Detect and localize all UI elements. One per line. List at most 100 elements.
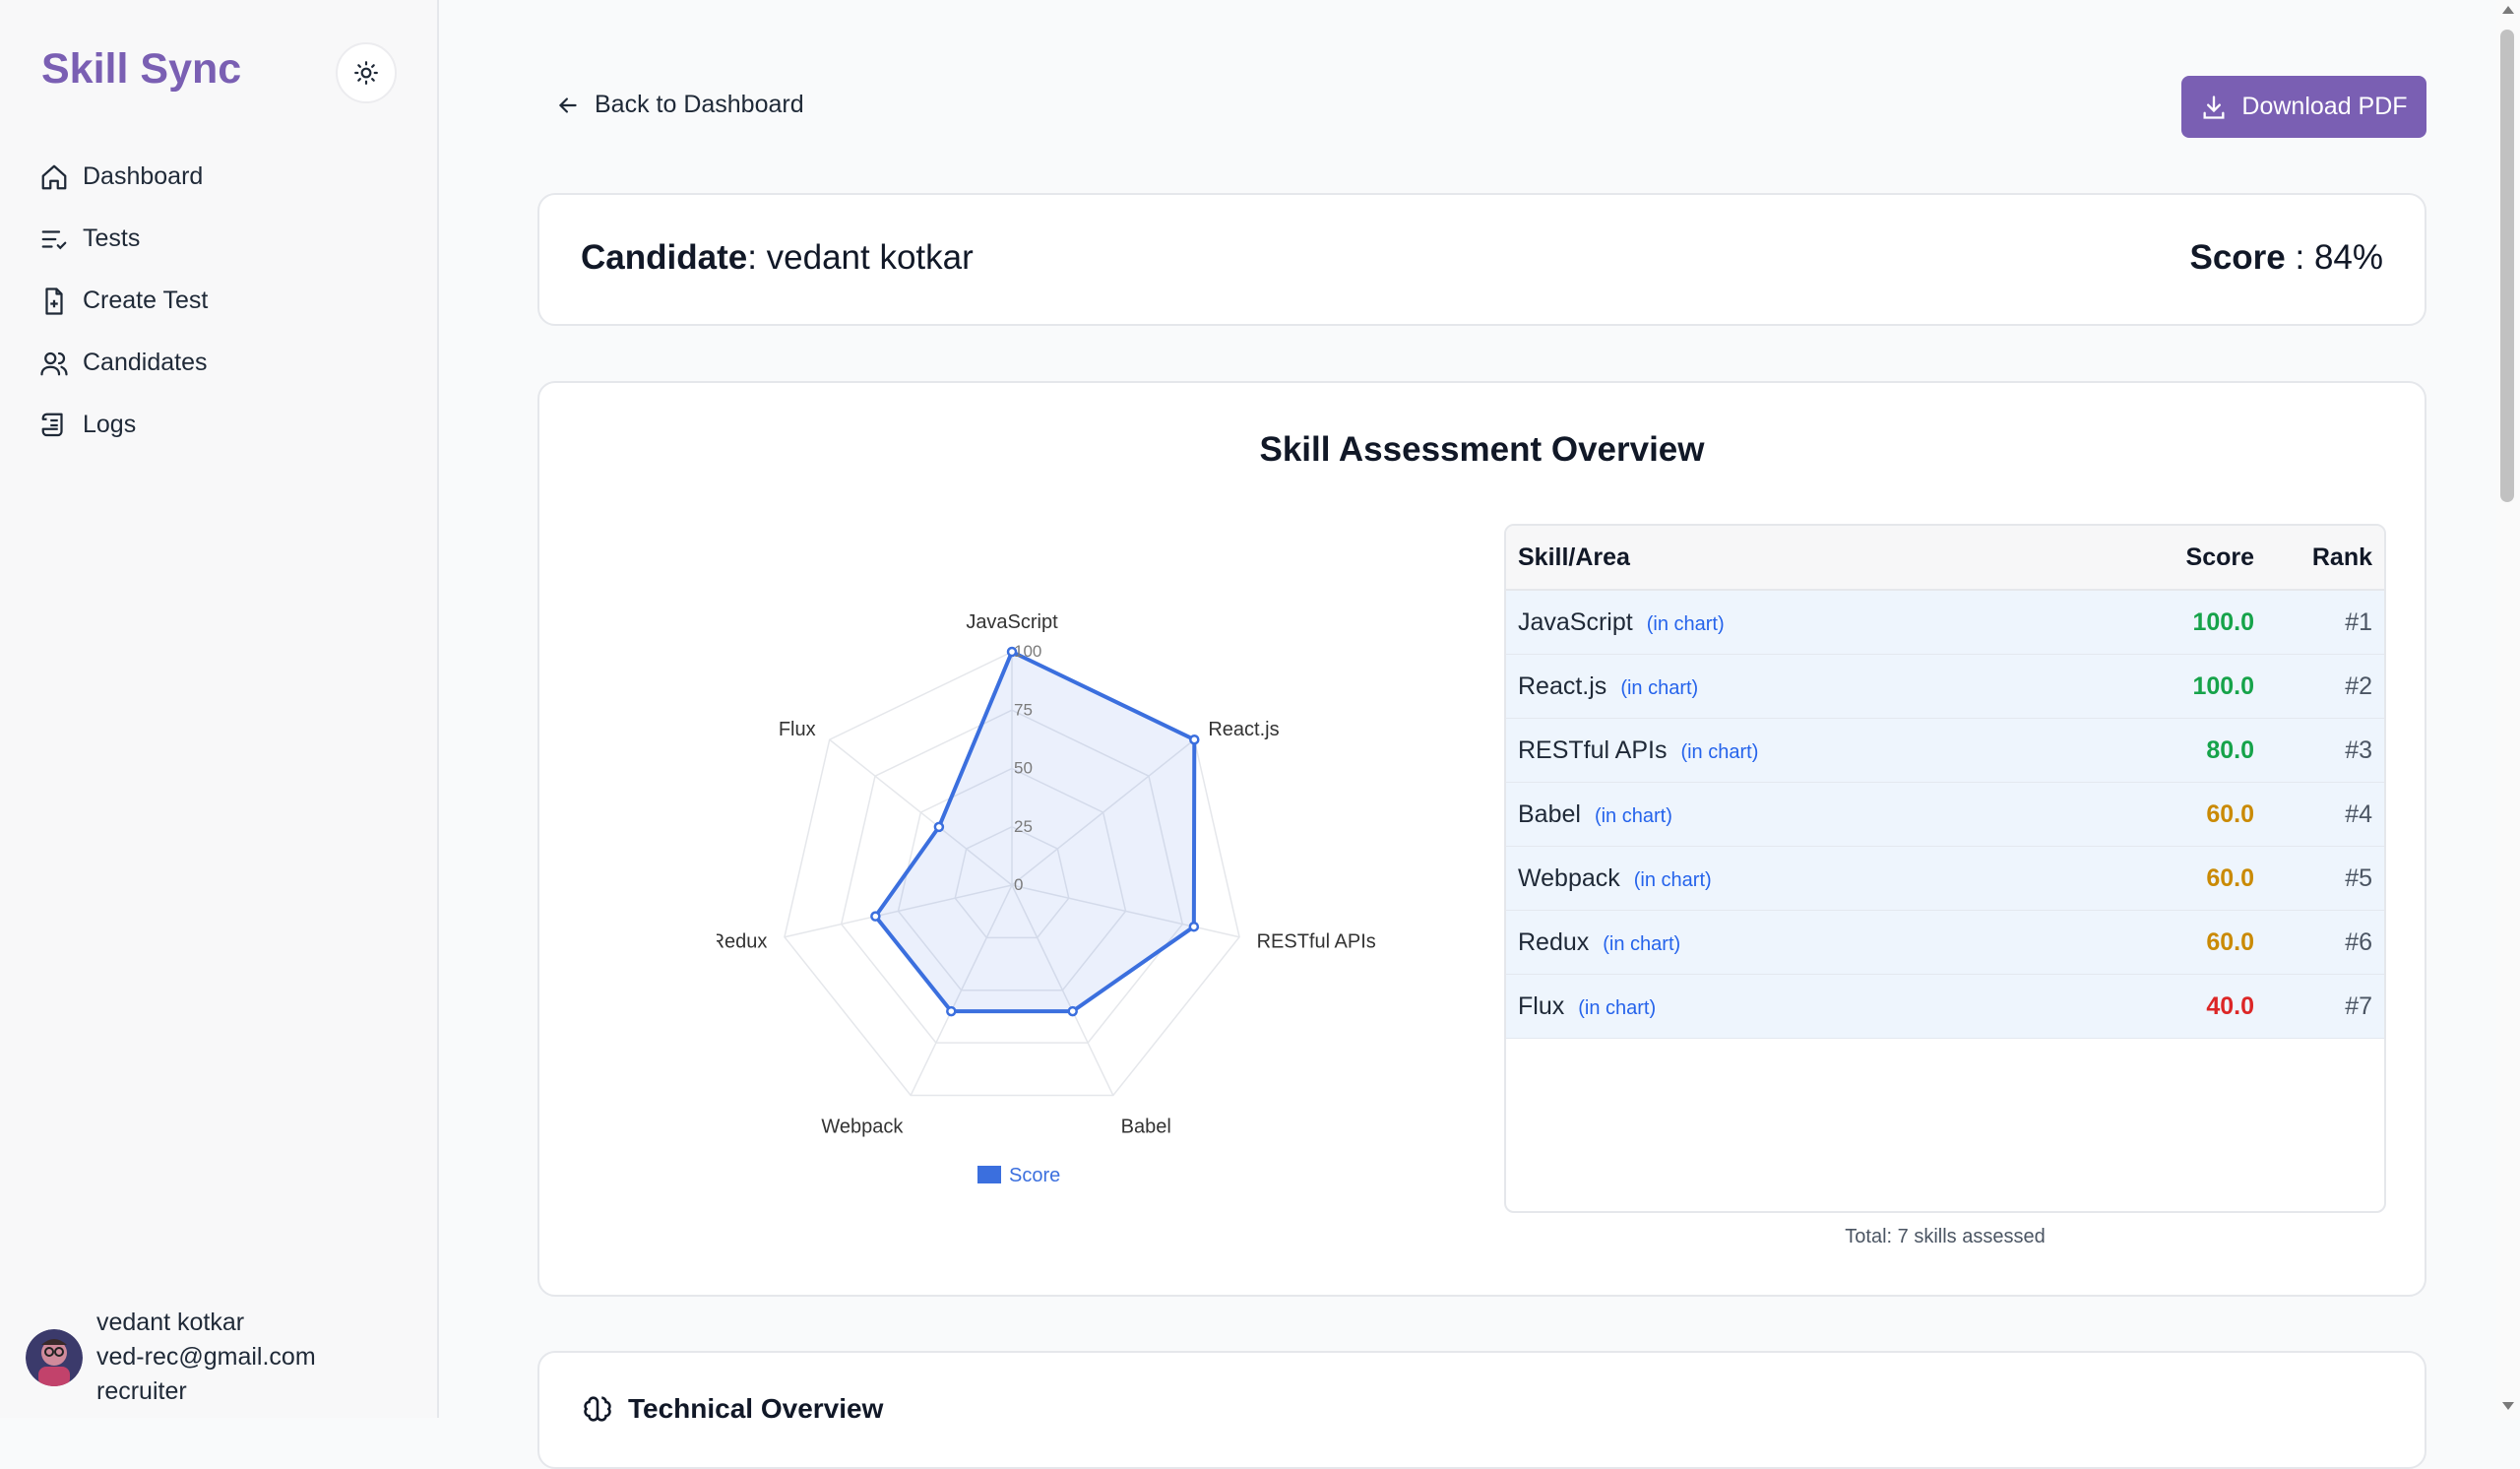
skill-rank: #2 [2345, 671, 2372, 700]
in-chart-tag[interactable]: (in chart) [1620, 677, 1698, 699]
skill-name: Redux [1518, 927, 1590, 956]
sidebar-item-dashboard[interactable]: Dashboard [39, 146, 208, 208]
in-chart-tag[interactable]: (in chart) [1603, 933, 1680, 955]
skill-name: RESTful APIs [1518, 735, 1668, 764]
skill-name: React.js [1518, 671, 1607, 700]
back-to-dashboard-link[interactable]: Back to Dashboard [555, 91, 804, 119]
arrow-left-icon [558, 96, 577, 113]
header-score: Score [2185, 543, 2254, 571]
category-label: React.js [1208, 719, 1279, 740]
sidebar-item-label: Tests [83, 224, 141, 252]
file-plus-icon [45, 287, 63, 315]
tick-label: 50 [1014, 759, 1033, 778]
brain-icon [584, 1396, 611, 1422]
in-chart-tag[interactable]: (in chart) [1634, 869, 1712, 891]
skill-name: Flux [1518, 991, 1565, 1020]
table-row: RESTful APIs (in chart) 80.0 #3 [1506, 719, 2384, 783]
overview-title: Skill Assessment Overview [1259, 430, 1705, 469]
radar-chart: 0 25 50 75 100 JavaScript React.js RESTful APIs… [717, 611, 1376, 1186]
table-row: Flux (in chart) 40.0 #7 [1506, 975, 2384, 1039]
tick-label: 25 [1014, 817, 1033, 836]
skill-rank: #1 [2345, 607, 2372, 636]
user-name: vedant kotkar [96, 1309, 245, 1336]
table-row: Webpack (in chart) 60.0 #5 [1506, 847, 2384, 911]
scroll-down-icon[interactable] [2502, 1402, 2514, 1410]
tick-label: 75 [1014, 700, 1033, 719]
skill-score: 60.0 [2206, 927, 2254, 956]
score-label: Score [2189, 238, 2286, 277]
sidebar-item-label: Candidates [83, 349, 208, 376]
skill-score: 60.0 [2206, 799, 2254, 828]
category-label: Redux [717, 931, 767, 953]
skill-score: 60.0 [2206, 863, 2254, 892]
skill-score: 40.0 [2206, 991, 2254, 1020]
total-skills: Total: 7 skills assessed [1845, 1226, 2046, 1247]
in-chart-tag[interactable]: (in chart) [1680, 741, 1758, 763]
data-point [1188, 921, 1200, 932]
sidebar-nav: Dashboard Tests Create Test Candidates L… [39, 146, 208, 456]
data-point [870, 911, 881, 922]
back-label: Back to Dashboard [595, 91, 804, 118]
theme-toggle-button[interactable] [336, 42, 397, 103]
candidate-label: Candidate [581, 238, 748, 277]
category-label: JavaScript [966, 611, 1058, 633]
skill-name: Babel [1518, 799, 1581, 828]
tick-label: 0 [1014, 875, 1023, 894]
avatar [26, 1328, 83, 1386]
candidate-card: Candidate: vedant kotkar Score : 84% [537, 193, 2426, 326]
user-email: ved-rec@gmail.com [96, 1343, 316, 1371]
skill-name: Webpack [1518, 863, 1620, 892]
sidebar-item-tests[interactable]: Tests [39, 208, 208, 270]
in-chart-tag[interactable]: (in chart) [1578, 997, 1656, 1019]
skill-rank: #5 [2345, 863, 2372, 892]
data-point [1067, 1005, 1078, 1017]
list-check-icon [41, 229, 67, 249]
tick-label: 100 [1014, 642, 1041, 661]
scroll-thumb[interactable] [2500, 30, 2514, 502]
skill-name: JavaScript [1518, 607, 1633, 636]
home-icon [41, 164, 67, 189]
technical-overview-title: Technical Overview [581, 1392, 883, 1426]
data-point [946, 1005, 957, 1017]
scroll-icon [41, 413, 63, 436]
category-label: RESTful APIs [1257, 931, 1376, 953]
legend-label: Score [1009, 1165, 1060, 1186]
sidebar-item-candidates[interactable]: Candidates [39, 332, 208, 394]
sidebar-item-logs[interactable]: Logs [39, 394, 208, 456]
user-profile[interactable]: vedant kotkar ved-rec@gmail.com recruite… [26, 1306, 316, 1409]
skills-table: Skill/Area Score Rank JavaScript (in char… [1504, 524, 2386, 1213]
legend-swatch [977, 1166, 1001, 1183]
in-chart-tag[interactable]: (in chart) [1647, 613, 1725, 635]
table-row: JavaScript (in chart) 100.0 #1 [1506, 591, 2384, 655]
table-row: Redux (in chart) 60.0 #6 [1506, 911, 2384, 975]
sidebar-item-create-test[interactable]: Create Test [39, 270, 208, 332]
header-rank: Rank [2311, 543, 2372, 571]
download-pdf-button[interactable]: Download PDF [2181, 76, 2426, 138]
sidebar-item-label: Create Test [83, 287, 209, 314]
sun-icon [354, 61, 378, 85]
sidebar-item-label: Logs [83, 411, 137, 438]
score-line: Score : 84% [2189, 238, 2383, 278]
user-role: recruiter [96, 1377, 187, 1405]
page-scrollbar[interactable] [2496, 0, 2520, 1418]
scroll-up-icon[interactable] [2502, 6, 2514, 14]
category-label: Babel [1121, 1117, 1171, 1138]
skill-score: 100.0 [2192, 607, 2254, 636]
score-value: : 84% [2285, 238, 2383, 277]
skill-overview-card: Skill Assessment Overview 0 25 50 75 100 Java… [537, 381, 2426, 1297]
users-icon [40, 351, 68, 375]
technical-overview-label: Technical Overview [628, 1393, 884, 1424]
in-chart-tag[interactable]: (in chart) [1595, 805, 1672, 827]
sidebar: Skill Sync Dashboard Tests Create Test C… [0, 0, 439, 1418]
table-header: Skill/Area Score Rank [1506, 526, 2384, 591]
download-icon [2203, 95, 2225, 119]
skill-rank: #7 [2345, 991, 2372, 1020]
skill-score: 80.0 [2206, 735, 2254, 764]
table-row: React.js (in chart) 100.0 #2 [1506, 655, 2384, 719]
skill-score: 100.0 [2192, 671, 2254, 700]
category-label: Flux [779, 719, 816, 740]
candidate-name: : vedant kotkar [747, 238, 974, 277]
brand-logo[interactable]: Skill Sync [41, 45, 241, 94]
header-skill: Skill/Area [1518, 543, 1630, 571]
series-area [873, 650, 1197, 1014]
